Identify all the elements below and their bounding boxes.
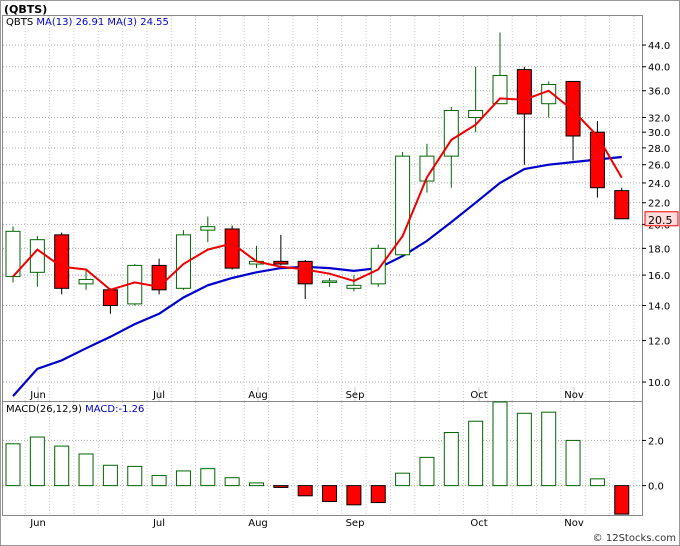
candle — [614, 187, 630, 220]
candle-body — [589, 131, 605, 189]
macd-bar — [102, 464, 118, 487]
macd-x-tick-label: Nov — [564, 518, 584, 529]
macd-bar — [589, 478, 605, 487]
legend-ma3-label: MA(3) — [107, 17, 137, 28]
macd-bar — [419, 456, 435, 487]
legend-ma13-label: MA(13) — [36, 17, 72, 28]
candle-body — [54, 234, 70, 289]
price-y-tick-label: 10.0 — [648, 378, 670, 389]
macd-bar — [224, 477, 240, 487]
macd-bar — [249, 482, 264, 487]
macd-bar — [5, 443, 21, 487]
price-x-tick-label: Nov — [564, 390, 584, 401]
macd-bar — [78, 453, 94, 487]
macd-bar — [565, 439, 581, 487]
price-y-tick-label: 32.0 — [648, 113, 670, 124]
legend: QBTS MA(13) 26.91 MA(3) 24.55 — [6, 17, 169, 28]
macd-bar — [614, 485, 630, 515]
chart-title: (QBTS) — [4, 3, 47, 16]
macd-y-tick-label: 2.0 — [648, 436, 664, 447]
candle-body — [102, 289, 118, 307]
legend-ma13-value: 26.91 — [76, 17, 105, 28]
price-x-tick-label: Jul — [152, 390, 165, 401]
macd-x-tick-label: Aug — [248, 518, 268, 529]
macd-bar — [516, 412, 532, 487]
price-y-tick-label: 40.0 — [648, 63, 670, 74]
price-x-tick-label: Jun — [29, 390, 46, 401]
candle — [589, 121, 605, 198]
macd-bar — [468, 420, 484, 487]
macd-x-tick-label: Jun — [29, 518, 46, 529]
macd-bar — [175, 470, 191, 487]
macd-bar — [346, 485, 362, 506]
candle — [395, 151, 411, 257]
macd-legend-params: MACD(26,12,9) — [6, 404, 82, 415]
candle-body — [346, 284, 362, 289]
candle-body — [468, 110, 484, 118]
candle-body — [273, 260, 289, 265]
price-y-tick-label: 22.0 — [648, 199, 670, 210]
candle-body — [614, 190, 630, 220]
price-y-tick-label: 12.0 — [648, 337, 670, 348]
price-y-tick-label: 44.0 — [648, 41, 670, 52]
macd-x-tick-label: Sep — [346, 518, 365, 529]
macd-y-tick-label: 0.0 — [648, 482, 664, 493]
candle-body — [565, 80, 581, 137]
macd-bar — [54, 445, 70, 487]
price-y-tick-label: 26.0 — [648, 161, 670, 172]
macd-bar — [200, 468, 216, 487]
footer-credit: © 12Stocks.com — [593, 533, 676, 544]
macd-bar — [127, 465, 143, 487]
price-y-tick-label: 24.0 — [648, 179, 670, 190]
price-y-tick-label: 30.0 — [648, 128, 670, 139]
macd-bar — [29, 436, 45, 487]
macd-x-tick-label: Jul — [152, 518, 165, 529]
candle-body — [224, 228, 240, 269]
macd-bar — [395, 472, 411, 487]
macd-bar — [443, 432, 459, 487]
candle-body — [322, 280, 338, 283]
macd-bar — [273, 485, 289, 488]
legend-symbol: QBTS — [6, 17, 33, 28]
macd-bar — [297, 485, 313, 497]
legend-ma3-value: 24.55 — [140, 17, 169, 28]
price-y-tick-label: 18.0 — [648, 244, 670, 255]
macd-bar — [370, 485, 386, 504]
macd-bar — [151, 474, 167, 487]
candle-body — [516, 69, 532, 115]
candle — [5, 226, 21, 283]
macd-bar — [492, 401, 508, 487]
macd-bar — [322, 485, 338, 502]
candle — [370, 244, 386, 287]
price-y-tick-label: 16.0 — [648, 271, 670, 282]
macd-legend-value: MACD:-1.26 — [85, 404, 144, 415]
candle-body — [297, 260, 313, 285]
macd-legend: MACD(26,12,9) MACD:-1.26 — [6, 404, 144, 415]
macd-bar — [541, 411, 557, 487]
candle-body — [395, 155, 411, 256]
price-x-tick-label: Sep — [346, 390, 365, 401]
price-x-tick-label: Aug — [248, 390, 268, 401]
candle-body — [370, 247, 386, 285]
price-x-tick-label: Oct — [470, 390, 487, 401]
last-price-label: 20.5 — [648, 214, 673, 227]
candle-body — [78, 278, 94, 285]
price-y-tick-label: 28.0 — [648, 144, 670, 155]
price-y-tick-label: 36.0 — [648, 87, 670, 98]
stock-chart: (QBTS) 10.012.014.016.018.020.022.024.02… — [0, 0, 680, 546]
candle-body — [443, 110, 459, 157]
price-y-tick-label: 14.0 — [648, 302, 670, 313]
candle-body — [200, 226, 216, 231]
macd-x-tick-label: Oct — [470, 518, 487, 529]
